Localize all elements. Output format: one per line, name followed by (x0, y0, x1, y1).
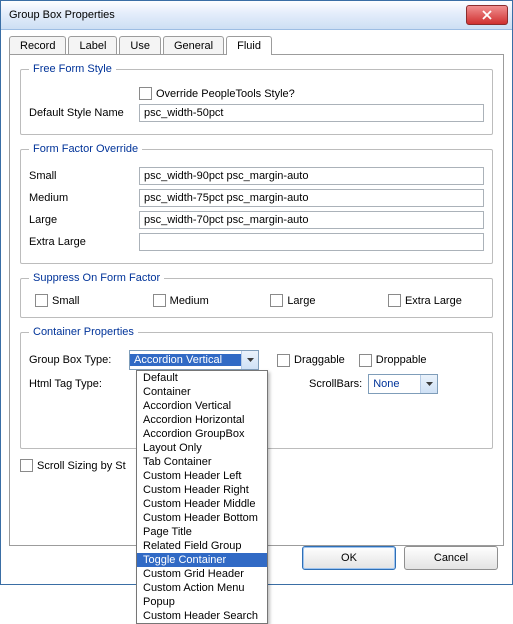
droppable-checkbox[interactable] (359, 354, 372, 367)
scroll-sizing-checkbox[interactable] (20, 459, 33, 472)
titlebar: Group Box Properties (1, 1, 512, 30)
suppress-xlarge-label: Extra Large (405, 295, 462, 307)
list-item[interactable]: Container (137, 385, 267, 399)
list-item[interactable]: Custom Header Left (137, 469, 267, 483)
suppress-medium-label: Medium (170, 295, 209, 307)
list-item[interactable]: Related Field Group (137, 539, 267, 553)
medium-input[interactable] (139, 189, 484, 207)
cancel-button[interactable]: Cancel (404, 546, 498, 570)
list-item[interactable]: Accordion GroupBox (137, 427, 267, 441)
list-item[interactable]: Toggle Container (137, 553, 267, 567)
tab-record[interactable]: Record (9, 36, 66, 55)
close-button[interactable] (466, 5, 508, 25)
suppress-medium-checkbox[interactable] (153, 294, 166, 307)
override-label: Override PeopleTools Style? (156, 88, 295, 100)
container-group: Container Properties Group Box Type: Acc… (20, 326, 493, 449)
htmltag-label: Html Tag Type: (29, 378, 129, 390)
tab-general[interactable]: General (163, 36, 224, 55)
client-area: Record Label Use General Fluid Free Form… (1, 30, 512, 584)
formfactor-group: Form Factor Override Small Medium Large … (20, 143, 493, 264)
list-item[interactable]: Page Title (137, 525, 267, 539)
list-item[interactable]: Custom Grid Header (137, 567, 267, 581)
container-legend: Container Properties (29, 326, 138, 338)
tab-label[interactable]: Label (68, 36, 117, 55)
gbtype-value: Accordion Vertical (130, 354, 241, 366)
tabstrip: Record Label Use General Fluid (9, 36, 504, 55)
defaultstyle-input[interactable] (139, 104, 484, 122)
freeform-group: Free Form Style Override PeopleTools Sty… (20, 63, 493, 135)
ok-button[interactable]: OK (302, 546, 396, 570)
list-item[interactable]: Custom Header Middle (137, 497, 267, 511)
freeform-legend: Free Form Style (29, 63, 116, 75)
scrollbars-combo[interactable]: None (368, 374, 438, 394)
suppress-legend: Suppress On Form Factor (29, 272, 164, 284)
list-item[interactable]: Custom Header Bottom (137, 511, 267, 525)
droppable-label: Droppable (376, 354, 427, 366)
suppress-small-checkbox[interactable] (35, 294, 48, 307)
list-item[interactable]: Layout Only (137, 441, 267, 455)
chevron-down-icon (420, 375, 437, 393)
list-item[interactable]: Custom Header Search (137, 609, 267, 623)
suppress-large-label: Large (287, 295, 315, 307)
list-item[interactable]: Custom Action Menu (137, 581, 267, 595)
suppress-small-label: Small (52, 295, 80, 307)
xlarge-input[interactable] (139, 233, 484, 251)
override-checkbox[interactable] (139, 87, 152, 100)
defaultstyle-label: Default Style Name (29, 107, 139, 119)
tab-use[interactable]: Use (119, 36, 161, 55)
tab-fluid-panel: Free Form Style Override PeopleTools Sty… (9, 54, 504, 546)
properties-dialog: Group Box Properties Record Label Use Ge… (0, 0, 513, 585)
gbtype-dropdown[interactable]: Default Container Accordion Vertical Acc… (136, 370, 268, 624)
small-label: Small (29, 170, 139, 182)
scrollbars-value: None (369, 378, 420, 390)
large-input[interactable] (139, 211, 484, 229)
medium-label: Medium (29, 192, 139, 204)
list-item[interactable]: Custom Header Right (137, 483, 267, 497)
scrollbars-label: ScrollBars: (309, 378, 362, 390)
list-item[interactable]: Popup (137, 595, 267, 609)
large-label: Large (29, 214, 139, 226)
suppress-group: Suppress On Form Factor Small Medium Lar… (20, 272, 493, 318)
list-item[interactable]: Accordion Vertical (137, 399, 267, 413)
formfactor-legend: Form Factor Override (29, 143, 142, 155)
gbtype-combo[interactable]: Accordion Vertical (129, 350, 259, 370)
list-item[interactable]: Accordion Horizontal (137, 413, 267, 427)
draggable-label: Draggable (294, 354, 345, 366)
draggable-checkbox[interactable] (277, 354, 290, 367)
xlarge-label: Extra Large (29, 236, 139, 248)
gbtype-label: Group Box Type: (29, 354, 129, 366)
small-input[interactable] (139, 167, 484, 185)
list-item[interactable]: Default (137, 371, 267, 385)
suppress-large-checkbox[interactable] (270, 294, 283, 307)
suppress-xlarge-checkbox[interactable] (388, 294, 401, 307)
window-title: Group Box Properties (9, 9, 466, 21)
chevron-down-icon (241, 351, 258, 369)
tab-fluid[interactable]: Fluid (226, 36, 272, 55)
scroll-sizing-label: Scroll Sizing by St (37, 460, 126, 472)
dialog-buttons: OK Cancel (302, 546, 498, 570)
list-item[interactable]: Tab Container (137, 455, 267, 469)
